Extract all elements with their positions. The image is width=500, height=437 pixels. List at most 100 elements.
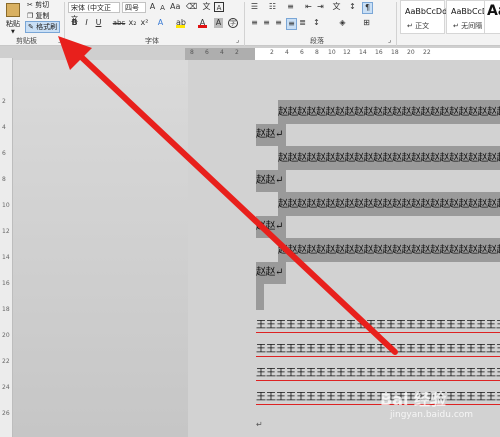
- increase-indent-icon[interactable]: ⇥: [316, 2, 325, 12]
- ruler-tick: 8: [315, 49, 319, 56]
- style-sample: Aa: [487, 3, 500, 19]
- watermark-logo: Bai 经验: [380, 390, 447, 409]
- format-painter-label: 格式刷: [36, 23, 58, 31]
- ruler-tick: 2: [270, 49, 274, 56]
- dialog-launcher-icon[interactable]: ⌟: [388, 36, 391, 44]
- shading-icon[interactable]: ◈: [338, 18, 347, 28]
- text-line: 赵赵赵赵赵赵赵赵赵赵赵赵赵赵赵赵赵赵赵赵赵赵赵赵: [278, 107, 500, 118]
- text-line: 赵赵赵赵赵赵赵赵赵赵赵赵赵赵赵赵赵赵赵赵赵赵赵赵: [278, 245, 500, 256]
- text-line: 王王王王王王王王王王王王王王王王王王王王王王王王王王: [256, 320, 500, 333]
- copy-icon: ❐: [27, 12, 34, 20]
- document-page[interactable]: 赵赵赵赵赵赵赵赵赵赵赵赵赵赵赵赵赵赵赵赵赵赵赵赵 赵赵↵ 赵赵赵赵赵赵赵赵赵赵赵…: [188, 60, 500, 437]
- document-background: [13, 60, 188, 437]
- ruler-tick: 16: [2, 280, 10, 287]
- ruler-tick: 12: [2, 228, 10, 235]
- ruler-tick: 12: [343, 49, 351, 56]
- ruler-tick: 6: [205, 49, 209, 56]
- style-name: ↵ 正文: [407, 22, 430, 30]
- multilevel-list-icon[interactable]: ≡: [286, 2, 295, 12]
- ruler-tick: 2: [235, 49, 239, 56]
- justify-icon[interactable]: ≡: [286, 18, 297, 30]
- chinese-layout-icon[interactable]: 文: [332, 2, 341, 12]
- text-line: 王王王王王王王王王王王王王王王王王王王王王王王王王王: [256, 368, 500, 381]
- cut-button[interactable]: ✂ 剪切: [27, 0, 49, 10]
- align-center-icon[interactable]: ≡: [262, 18, 271, 28]
- ruler-tick: 4: [285, 49, 289, 56]
- text-effects-icon[interactable]: A: [156, 18, 165, 28]
- style-normal[interactable]: AaBbCcDd ↵ 正文: [400, 0, 448, 34]
- clipboard-icon: [6, 3, 20, 17]
- ruler-tick: 8: [2, 176, 6, 183]
- ruler-tick: 20: [407, 49, 415, 56]
- text-line: 赵赵↵: [256, 175, 283, 186]
- change-case-icon[interactable]: Aa: [170, 2, 180, 12]
- copy-label: 复制: [35, 12, 50, 20]
- decrease-indent-icon[interactable]: ⇤: [304, 2, 313, 12]
- ruler-tick: 14: [2, 254, 10, 261]
- dialog-launcher-icon[interactable]: ⌟: [58, 36, 61, 44]
- text-line: 赵赵↵: [256, 129, 283, 140]
- phonetic-icon[interactable]: 文: [202, 2, 211, 12]
- char-shading-icon[interactable]: A: [214, 18, 223, 28]
- paragraph-group-label: 段落: [310, 37, 324, 45]
- watermark-url: jingyan.baidu.com: [390, 410, 474, 420]
- ribbon: 粘贴 ▼ ✂ 剪切 ❐ 复制 ✎ 格式刷 宋体 (中文正文 四号 A A Aa …: [0, 0, 500, 46]
- ruler-tick: 10: [2, 202, 10, 209]
- text-line: 赵赵赵赵赵赵赵赵赵赵赵赵赵赵赵赵赵赵赵赵赵赵赵赵: [278, 153, 500, 164]
- font-size-value: 四号: [125, 4, 139, 12]
- style-heading[interactable]: Aa: [484, 0, 500, 34]
- font-size-select[interactable]: 四号: [122, 2, 146, 13]
- brush-icon: ✎: [28, 23, 34, 31]
- style-sample: AaBbCcDd: [405, 7, 448, 16]
- ruler-tick: 18: [2, 306, 10, 313]
- superscript-icon[interactable]: x²: [140, 18, 149, 28]
- distributed-icon[interactable]: ≣: [298, 18, 307, 28]
- text-line: 王王王王王王王王王王王王王王王王王王王王王王王王王王: [256, 344, 500, 357]
- copy-button[interactable]: ❐ 复制: [27, 11, 50, 21]
- strikethrough-icon[interactable]: abc: [112, 18, 126, 28]
- line-spacing-icon[interactable]: ↕: [312, 18, 321, 28]
- borders-icon[interactable]: ⊞: [362, 18, 371, 28]
- ruler-tick: 4: [2, 124, 6, 131]
- ruler-tick: 22: [423, 49, 431, 56]
- clipboard-group-label: 剪贴板: [16, 37, 37, 45]
- bold-icon[interactable]: B: [70, 18, 79, 28]
- shrink-font-icon[interactable]: A: [158, 3, 167, 13]
- ruler-tick: 20: [2, 332, 10, 339]
- ruler-tick: 8: [190, 49, 194, 56]
- bullets-icon[interactable]: ☰: [250, 2, 259, 12]
- text-line: 赵赵↵: [256, 267, 283, 278]
- text-line: 王王王王王王王王王王王王王王王王王王王王王王王王王王: [256, 392, 500, 405]
- ruler-tick: 4: [220, 49, 224, 56]
- ruler-tick: 6: [300, 49, 304, 56]
- text-line: 赵赵↵: [256, 221, 283, 232]
- align-right-icon[interactable]: ≡: [274, 18, 283, 28]
- vertical-ruler[interactable]: 2 4 6 8 10 12 14 16 18 20 22 24 26: [0, 58, 13, 437]
- ruler-tick: 2: [2, 98, 6, 105]
- highlight-icon[interactable]: ab: [176, 18, 186, 28]
- text-highlight: [256, 284, 264, 310]
- subscript-icon[interactable]: x₂: [128, 18, 137, 28]
- char-border-icon[interactable]: A: [214, 2, 224, 12]
- italic-icon[interactable]: I: [82, 18, 91, 28]
- sort-icon[interactable]: ↕: [348, 2, 357, 12]
- ruler-tick: 24: [2, 384, 10, 391]
- format-painter-button[interactable]: ✎ 格式刷: [25, 21, 61, 33]
- font-group-label: 字体: [145, 37, 159, 45]
- dialog-launcher-icon[interactable]: ⌟: [236, 36, 239, 44]
- underline-icon[interactable]: U: [94, 18, 103, 28]
- font-name-select[interactable]: 宋体 (中文正文: [68, 2, 120, 23]
- group-labels: 剪贴板 ⌟ 字体 ⌟ 段落 ⌟: [0, 36, 500, 48]
- ruler-tick: 14: [359, 49, 367, 56]
- align-left-icon[interactable]: ≡: [250, 18, 259, 28]
- ruler-tick: 16: [375, 49, 383, 56]
- font-color-icon[interactable]: A: [198, 18, 207, 28]
- grow-font-icon[interactable]: A: [148, 2, 157, 12]
- numbering-icon[interactable]: ☷: [268, 2, 277, 12]
- ruler-tick: 6: [2, 150, 6, 157]
- paste-button[interactable]: 粘贴 ▼: [3, 2, 23, 35]
- clear-format-icon[interactable]: ⌫: [186, 2, 197, 12]
- show-marks-icon[interactable]: ¶: [362, 2, 373, 14]
- enclose-char-icon[interactable]: 字: [228, 18, 238, 28]
- ruler-tick: 10: [328, 49, 336, 56]
